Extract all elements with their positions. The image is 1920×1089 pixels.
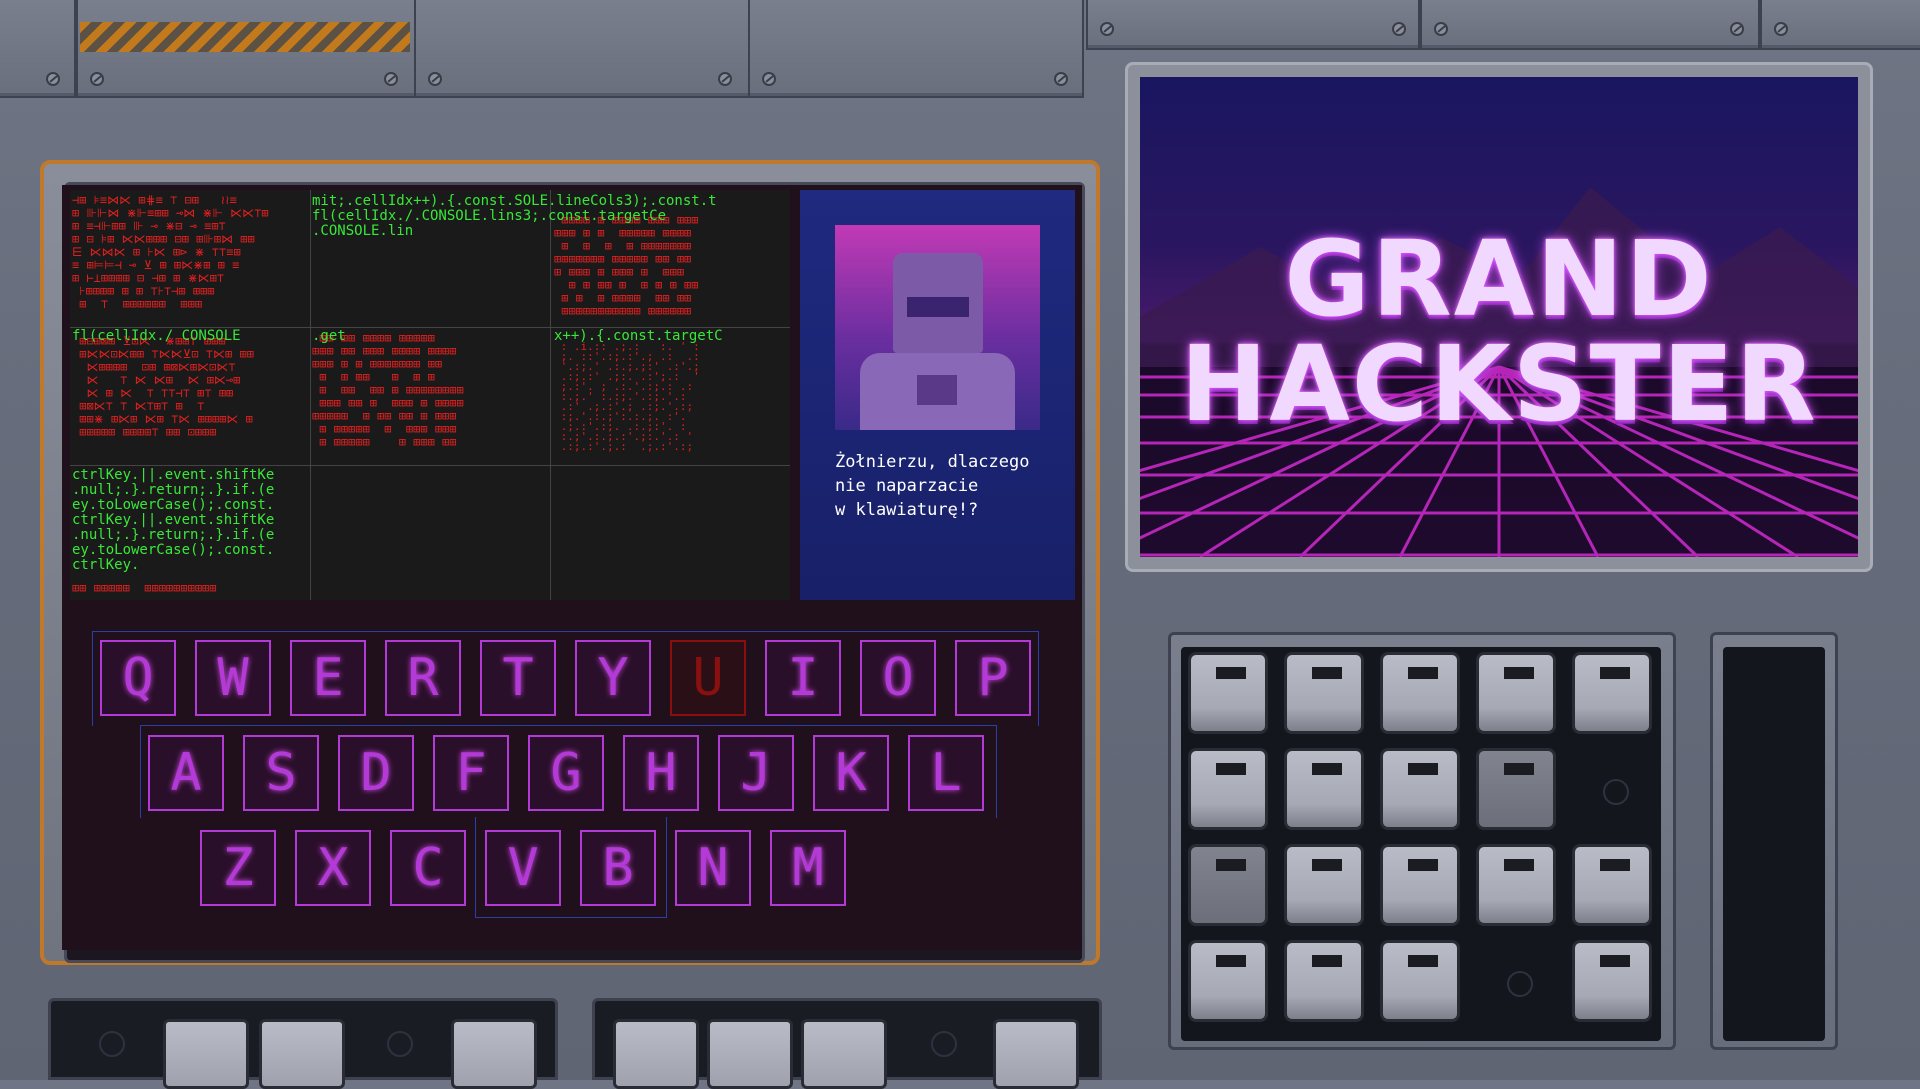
key-g[interactable]: G [528, 735, 604, 811]
metal-plate [1086, 0, 1420, 50]
key-t[interactable]: T [480, 640, 556, 716]
key-w[interactable]: W [195, 640, 271, 716]
panel-button[interactable] [1284, 652, 1364, 734]
button-panel-recess [1723, 647, 1825, 1041]
key-h[interactable]: H [623, 735, 699, 811]
panel-button[interactable] [1476, 844, 1556, 926]
key-m[interactable]: M [770, 830, 846, 906]
key-p[interactable]: P [955, 640, 1031, 716]
panel-button[interactable] [1380, 652, 1460, 734]
screw-icon [1434, 22, 1448, 36]
socket-icon [99, 1031, 125, 1057]
screw-icon [1774, 22, 1788, 36]
bottom-button[interactable] [613, 1019, 699, 1089]
bottom-button[interactable] [801, 1019, 887, 1089]
button-panel-side [1710, 632, 1838, 1050]
panel-button[interactable] [1572, 940, 1652, 1022]
panel-button[interactable] [1380, 748, 1460, 830]
key-s[interactable]: S [243, 735, 319, 811]
key-q[interactable]: Q [100, 640, 176, 716]
bottom-button[interactable] [707, 1019, 793, 1089]
key-l[interactable]: L [908, 735, 984, 811]
panel-button[interactable] [1188, 844, 1268, 926]
empty-button-socket [1572, 748, 1652, 830]
panel-button[interactable] [1476, 748, 1556, 830]
panel-button[interactable] [1284, 844, 1364, 926]
panel-button[interactable] [1380, 940, 1460, 1022]
key-y[interactable]: Y [575, 640, 651, 716]
empty-button-socket [1476, 940, 1556, 1022]
key-f[interactable]: F [433, 735, 509, 811]
game-title-line2: HACKSTER [1180, 323, 1818, 445]
bottom-panel-right [592, 998, 1102, 1089]
key-i[interactable]: I [765, 640, 841, 716]
metal-plate [1420, 0, 1760, 50]
key-a[interactable]: A [148, 735, 224, 811]
key-d[interactable]: D [338, 735, 414, 811]
metal-plate [1760, 0, 1920, 50]
key-v[interactable]: V [485, 830, 561, 906]
key-o[interactable]: O [860, 640, 936, 716]
bottom-panel-left [48, 998, 558, 1089]
virtual-keyboard: QWERTYUIOP ASDFGHJKL ZXCVBNM [0, 0, 1100, 1000]
key-e[interactable]: E [290, 640, 366, 716]
panel-button[interactable] [1188, 652, 1268, 734]
key-u[interactable]: U [670, 640, 746, 716]
title-screen: GRAND HACKSTER [1140, 77, 1858, 557]
screw-icon [1392, 22, 1406, 36]
title-monitor: GRAND HACKSTER [1125, 62, 1873, 572]
panel-button[interactable] [1476, 652, 1556, 734]
key-c[interactable]: C [390, 830, 466, 906]
bottom-button[interactable] [451, 1019, 537, 1089]
panel-button[interactable] [1380, 844, 1460, 926]
game-title-line1: GRAND [1284, 218, 1714, 340]
panel-button[interactable] [1572, 652, 1652, 734]
socket-icon [931, 1031, 957, 1057]
panel-button[interactable] [1572, 844, 1652, 926]
screw-icon [1730, 22, 1744, 36]
bottom-button[interactable] [163, 1019, 249, 1089]
key-z[interactable]: Z [200, 830, 276, 906]
key-n[interactable]: N [675, 830, 751, 906]
screw-icon [1100, 22, 1114, 36]
key-b[interactable]: B [580, 830, 656, 906]
bottom-button[interactable] [259, 1019, 345, 1089]
panel-button[interactable] [1284, 748, 1364, 830]
socket-icon [387, 1031, 413, 1057]
key-x[interactable]: X [295, 830, 371, 906]
bottom-button[interactable] [993, 1019, 1079, 1089]
panel-button[interactable] [1188, 940, 1268, 1022]
key-r[interactable]: R [385, 640, 461, 716]
key-j[interactable]: J [718, 735, 794, 811]
panel-button[interactable] [1188, 748, 1268, 830]
panel-button[interactable] [1284, 940, 1364, 1022]
key-k[interactable]: K [813, 735, 889, 811]
